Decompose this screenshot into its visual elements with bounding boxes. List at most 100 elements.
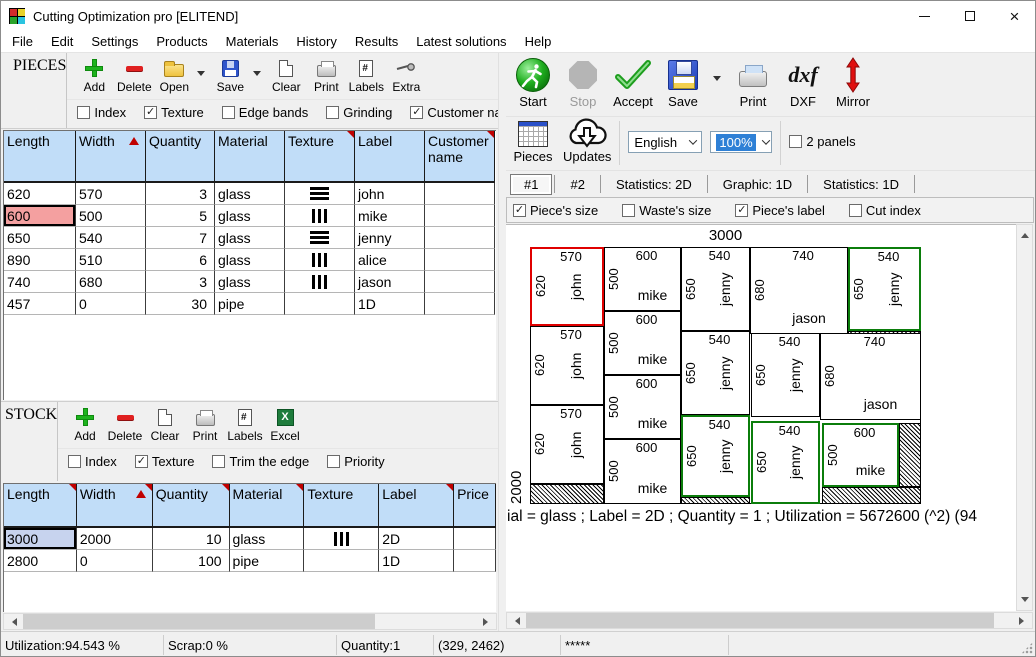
cell-texture[interactable] <box>285 293 355 315</box>
diagram-piece-mike[interactable]: 600500mike <box>604 375 681 439</box>
cell-customer[interactable] <box>425 183 495 205</box>
cell-label[interactable]: jason <box>355 271 425 293</box>
pieces-extra-button[interactable]: Extra <box>387 57 425 94</box>
maximize-button[interactable] <box>947 1 992 31</box>
scroll-right-arrow[interactable] <box>479 614 496 629</box>
scroll-track[interactable] <box>1017 242 1032 593</box>
chevron-down-icon[interactable] <box>761 132 772 152</box>
cell-quantity[interactable]: 100 <box>153 550 230 572</box>
left-horizontal-scrollbar[interactable] <box>3 613 497 630</box>
checkbox-index[interactable]: Index <box>77 105 126 120</box>
menu-item-file[interactable]: File <box>3 32 42 51</box>
menu-item-edit[interactable]: Edit <box>42 32 82 51</box>
column-header-width[interactable]: Width <box>76 131 146 183</box>
checkbox-texture[interactable]: ✓Texture <box>135 454 195 469</box>
cell-customer[interactable] <box>425 249 495 271</box>
cell-texture[interactable] <box>304 550 379 572</box>
cell-quantity[interactable]: 7 <box>146 227 215 249</box>
cell-width[interactable]: 2000 <box>77 528 153 550</box>
cell-width[interactable]: 540 <box>76 227 146 249</box>
cell-material[interactable]: pipe <box>215 293 285 315</box>
scroll-thumb[interactable] <box>526 613 994 628</box>
tab-statistics-1d[interactable]: Statistics: 1D <box>810 175 912 194</box>
panel-splitter[interactable] <box>498 53 506 631</box>
chevron-down-icon[interactable] <box>684 132 701 152</box>
cell-width[interactable]: 570 <box>76 183 146 205</box>
tab-statistics-2d[interactable]: Statistics: 2D <box>603 175 705 194</box>
cell-quantity[interactable]: 6 <box>146 249 215 271</box>
column-header-width[interactable]: Width <box>77 484 153 528</box>
checkbox-box[interactable] <box>326 106 339 119</box>
checkbox-index[interactable]: Index <box>68 454 117 469</box>
menu-item-materials[interactable]: Materials <box>217 32 288 51</box>
scroll-up-arrow[interactable] <box>1017 225 1032 242</box>
diagram-piece-jason[interactable]: 740680jason <box>750 247 848 334</box>
column-header-customer-name[interactable]: Customer name <box>425 131 495 183</box>
checkbox-trim-the-edge[interactable]: Trim the edge <box>212 454 309 469</box>
cell-label[interactable]: 1D <box>379 550 454 572</box>
checkbox-box[interactable]: ✓ <box>135 455 148 468</box>
column-header-texture[interactable]: Texture <box>304 484 379 528</box>
diagram-piece-john[interactable]: 570620john <box>530 247 604 326</box>
cell-length[interactable]: 2800 <box>4 550 77 572</box>
cell-customer[interactable] <box>425 205 495 227</box>
checkbox-box[interactable] <box>68 455 81 468</box>
cell-price[interactable] <box>454 550 496 572</box>
zoom-select[interactable]: 100% <box>710 131 772 153</box>
scroll-left-arrow[interactable] <box>4 614 21 629</box>
menu-item-history[interactable]: History <box>287 32 345 51</box>
column-header-length[interactable]: Length <box>4 131 76 183</box>
tab-#1[interactable]: #1 <box>510 174 552 195</box>
checkbox-cut-index[interactable]: Cut index <box>849 203 921 218</box>
diagram-piece-mike[interactable]: 600500mike <box>604 311 681 375</box>
cell-price[interactable] <box>454 528 496 550</box>
cell-width[interactable]: 500 <box>76 205 146 227</box>
stock-labels-button[interactable]: Labels <box>226 406 264 443</box>
diagram-piece-jenny[interactable]: 540650jenny <box>751 421 820 504</box>
pieces-labels-button[interactable]: Labels <box>347 57 385 94</box>
checkbox-box[interactable] <box>212 455 225 468</box>
menu-item-settings[interactable]: Settings <box>82 32 147 51</box>
stock-excel-button[interactable]: XExcel <box>266 406 304 443</box>
diagram-piece-jenny[interactable]: 540650jenny <box>681 247 750 331</box>
cell-label[interactable]: 1D <box>355 293 425 315</box>
cell-label[interactable]: mike <box>355 205 425 227</box>
cell-material[interactable]: glass <box>230 528 305 550</box>
checkbox-priority[interactable]: Priority <box>327 454 384 469</box>
save-dropdown-caret[interactable] <box>713 76 721 85</box>
result-print-button[interactable]: Print <box>731 56 775 109</box>
diagram-vertical-scrollbar[interactable] <box>1016 224 1033 611</box>
cell-quantity[interactable]: 30 <box>146 293 215 315</box>
checkbox-box[interactable]: ✓ <box>735 204 748 217</box>
updates-button[interactable]: Updates <box>563 119 611 164</box>
scroll-track[interactable] <box>524 613 1015 628</box>
cell-width[interactable]: 510 <box>76 249 146 271</box>
cell-length[interactable]: 620 <box>4 183 76 205</box>
stock-print-button[interactable]: Print <box>186 406 224 443</box>
column-header-length[interactable]: Length <box>4 484 77 528</box>
cell-material[interactable]: glass <box>215 183 285 205</box>
checkbox-waste-s-size[interactable]: Waste's size <box>622 203 711 218</box>
menu-item-products[interactable]: Products <box>147 32 216 51</box>
cell-label[interactable]: alice <box>355 249 425 271</box>
diagram-piece-john[interactable]: 570620john <box>530 326 604 405</box>
column-header-material[interactable]: Material <box>215 131 285 183</box>
column-header-quantity[interactable]: Quantity <box>153 484 230 528</box>
cell-length[interactable]: 740 <box>4 271 76 293</box>
cell-length[interactable]: 650 <box>4 227 76 249</box>
column-header-price[interactable]: Price <box>454 484 496 528</box>
stop-button[interactable]: Stop <box>561 56 605 109</box>
stock-clear-button[interactable]: Clear <box>146 406 184 443</box>
diagram-horizontal-scrollbar[interactable] <box>506 612 1033 629</box>
cell-width[interactable]: 0 <box>77 550 153 572</box>
cell-length[interactable]: 3000 <box>4 528 77 550</box>
cell-texture[interactable] <box>285 183 355 205</box>
checkbox-box[interactable]: ✓ <box>513 204 526 217</box>
scroll-left-arrow[interactable] <box>507 613 524 628</box>
stock-delete-button[interactable]: Delete <box>106 406 144 443</box>
cell-length[interactable]: 600 <box>4 205 76 227</box>
checkbox-box[interactable]: ✓ <box>144 106 157 119</box>
checkbox-box[interactable] <box>622 204 635 217</box>
checkbox-box[interactable] <box>222 106 235 119</box>
stock-add-button[interactable]: Add <box>66 406 104 443</box>
